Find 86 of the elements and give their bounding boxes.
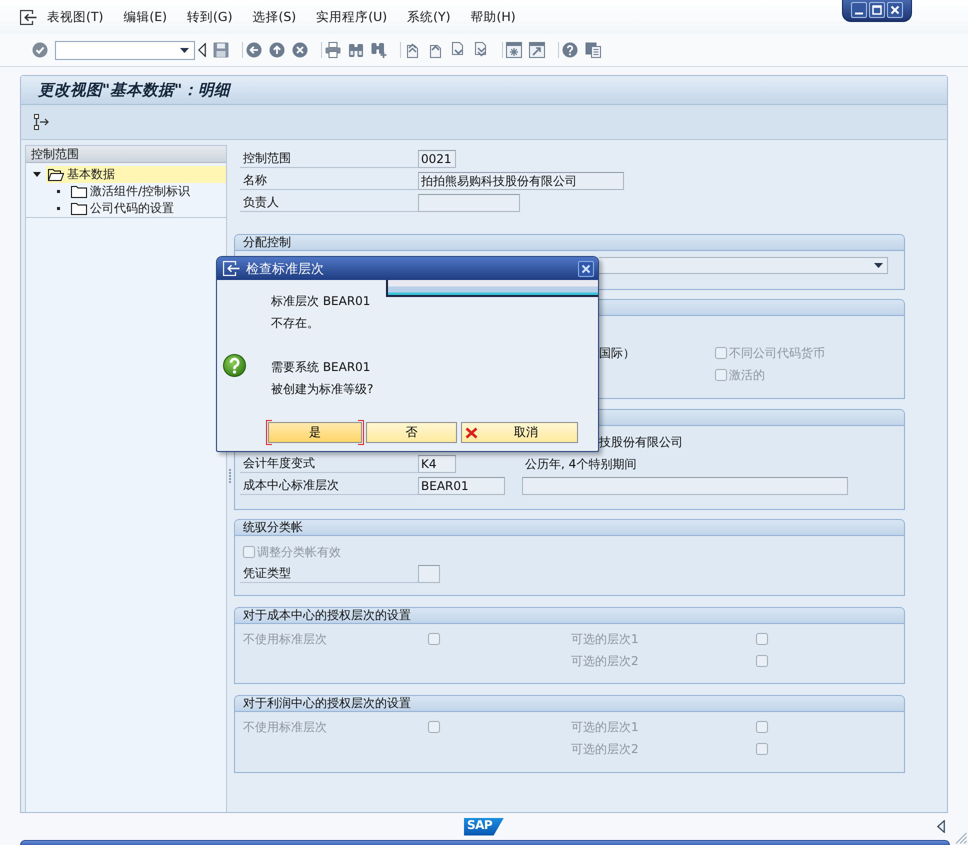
message-text: 需要系统 BEAR01 — [271, 359, 372, 376]
arrow-left-circle-icon[interactable] — [246, 42, 262, 58]
field-label: 成本中心标准层次 — [240, 477, 418, 495]
checkbox-label: 不使用标准层次 — [242, 630, 328, 648]
x-icon — [465, 426, 478, 438]
message-text: 标准层次 BEAR01 — [271, 293, 372, 310]
help-icon[interactable] — [562, 42, 578, 58]
folder-icon — [71, 202, 87, 215]
field-text: 国际） — [599, 344, 636, 362]
checkbox-label: 调整分类帐有效 — [257, 544, 341, 560]
tree-item[interactable]: 公司代码的设置 — [69, 200, 226, 217]
dropdown-field[interactable] — [599, 256, 888, 274]
folder-icon — [71, 185, 87, 198]
checkbox-label: 可选的层次1 — [570, 630, 640, 648]
close-icon[interactable] — [578, 260, 594, 276]
dialog-button[interactable]: 取消 — [459, 420, 580, 445]
logo: SAP — [464, 818, 504, 836]
monitor-list-icon[interactable] — [585, 42, 601, 58]
resize-grip-icon[interactable] — [955, 832, 967, 844]
caret-down-icon[interactable] — [33, 172, 41, 177]
page-up-icon[interactable] — [427, 42, 443, 58]
x-circle-icon[interactable] — [292, 42, 308, 58]
input-field[interactable]: 拍拍熊易购科技股份有限公司 — [418, 172, 624, 190]
field-text: 技股份有限公司 — [599, 434, 683, 450]
tree-item[interactable]: 激活组件/控制标识 — [69, 183, 226, 200]
caret-down-icon — [874, 262, 883, 268]
dialog-button[interactable]: 是 — [266, 420, 364, 445]
box-arrow-icon[interactable] — [223, 261, 240, 276]
page-down-icon[interactable] — [450, 42, 466, 58]
checkbox-label: 可选的层次2 — [570, 652, 640, 670]
tree-header: 控制范围 — [26, 146, 226, 163]
screen-title: 更改视图"基本数据"：明细 — [38, 80, 230, 100]
input-field[interactable] — [418, 565, 440, 583]
checkbox-label: 可选的层次1 — [570, 718, 640, 736]
triangle-left-icon[interactable] — [937, 820, 945, 833]
binoculars-icon[interactable] — [348, 42, 364, 58]
tree-item[interactable]: 基本数据 — [46, 166, 226, 183]
menu-item[interactable]: 实用程序(U) — [316, 8, 388, 26]
dialog-button[interactable]: 否 — [364, 420, 459, 445]
minimize-icon[interactable] — [851, 2, 867, 18]
description-field[interactable] — [522, 477, 848, 495]
group-header: 统驭分类帐 — [235, 520, 904, 536]
menu-item[interactable]: 选择(S) — [252, 8, 296, 26]
input-field[interactable]: BEAR01 — [418, 477, 505, 495]
menu-item[interactable]: 表视图(T) — [47, 8, 104, 26]
input-field[interactable]: 0021 — [418, 150, 456, 168]
group-header: 分配控制 — [235, 235, 904, 251]
close-icon[interactable] — [887, 2, 903, 18]
dialog-title: 检查标准层次 — [246, 260, 325, 278]
description-text: 公历年, 4个特别期间 — [524, 456, 638, 472]
triangle-left-icon[interactable] — [198, 43, 206, 57]
message-text: 被创建为标准等级? — [271, 381, 374, 398]
field-label: 名称 — [240, 172, 418, 190]
field-label: 控制范围 — [240, 150, 418, 168]
box-arrow-icon[interactable] — [20, 10, 37, 24]
caret-down-icon[interactable] — [180, 48, 189, 52]
bullet-icon — [57, 190, 60, 193]
input-field[interactable] — [418, 194, 520, 212]
command-field[interactable] — [55, 40, 195, 60]
bullet-icon — [57, 207, 60, 210]
checkbox-label: 不同公司代码货币 — [729, 344, 825, 362]
hierarchy-icon[interactable] — [34, 114, 49, 130]
menu-item[interactable]: 帮助(H) — [470, 8, 516, 26]
input-field[interactable]: K4 — [418, 455, 456, 473]
binoculars-plus-icon[interactable] — [371, 42, 387, 58]
menu-item[interactable]: 系统(Y) — [407, 8, 450, 26]
printer-icon[interactable] — [325, 42, 341, 58]
folder-open-icon — [48, 168, 64, 181]
menu-item[interactable]: 转到(G) — [187, 8, 232, 26]
message-text: 不存在。 — [271, 315, 320, 332]
field-label: 负责人 — [240, 194, 418, 212]
checkbox-label: 不使用标准层次 — [242, 718, 328, 736]
group-header: 对于成本中心的授权层次的设置 — [235, 608, 904, 624]
question-icon — [223, 354, 246, 377]
page-double-up-icon[interactable] — [404, 42, 420, 58]
checkbox-label: 可选的层次2 — [570, 740, 640, 758]
field-label: 会计年度变式 — [240, 455, 418, 473]
save-icon[interactable] — [213, 42, 229, 58]
check-icon[interactable] — [32, 42, 48, 58]
arrow-up-circle-icon[interactable] — [269, 42, 285, 58]
page-double-down-icon[interactable] — [473, 42, 489, 58]
field-label: 凭证类型 — [240, 565, 418, 583]
checkbox-label: 激活的 — [729, 366, 765, 384]
maximize-icon[interactable] — [869, 2, 885, 18]
group-header: 对于利润中心的授权层次的设置 — [235, 696, 904, 712]
menu-item[interactable]: 编辑(E) — [123, 8, 168, 26]
